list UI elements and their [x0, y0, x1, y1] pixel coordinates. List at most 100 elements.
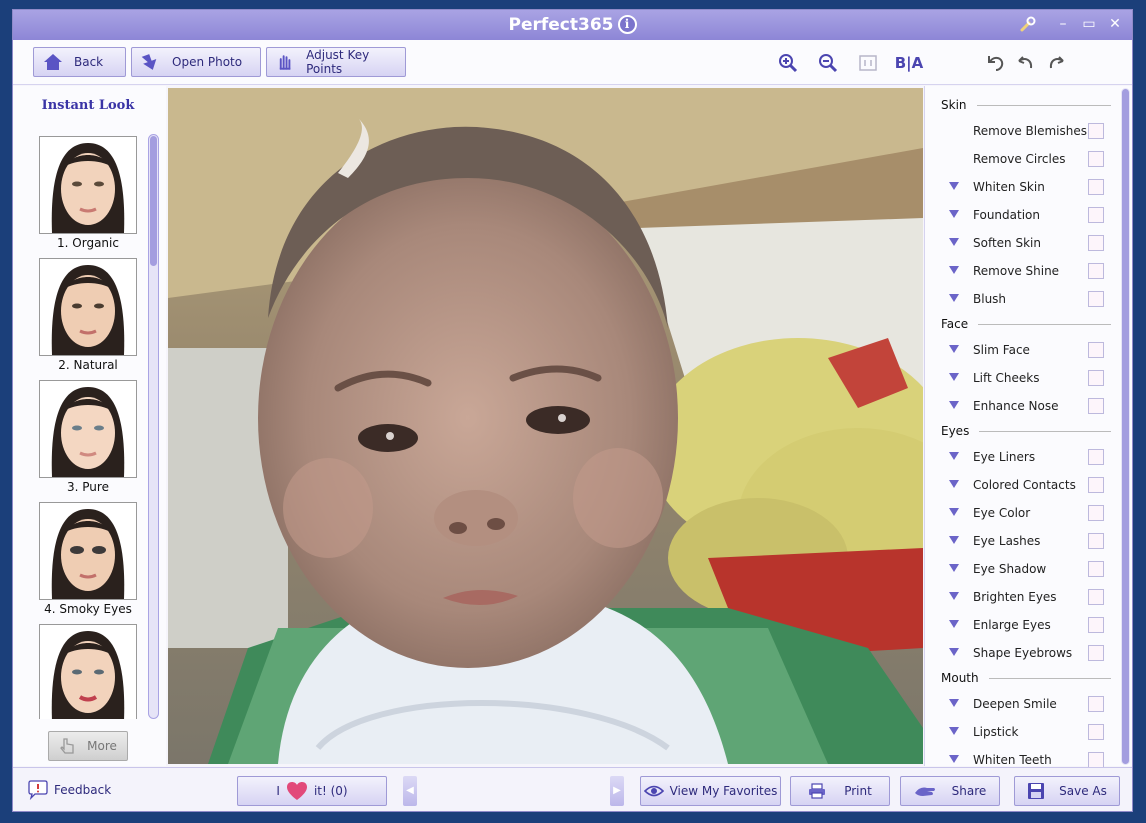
save-as-label: Save As — [1059, 784, 1107, 798]
look-item-natural[interactable]: 2. Natural — [39, 258, 137, 372]
look-item-5[interactable] — [39, 624, 137, 719]
item-soften-skin[interactable]: Soften Skin — [925, 234, 1115, 254]
actual-size-icon[interactable] — [857, 52, 879, 74]
item-checkbox[interactable] — [1088, 263, 1104, 279]
item-whiten-skin[interactable]: Whiten Skin — [925, 178, 1115, 198]
item-eye-color[interactable]: Eye Color — [925, 504, 1115, 524]
look-item-organic[interactable]: 1. Organic — [39, 136, 137, 250]
item-colored-contacts[interactable]: Colored Contacts — [925, 476, 1115, 496]
expand-arrow-icon[interactable] — [949, 699, 959, 707]
maximize-button[interactable]: ▭ — [1079, 14, 1099, 34]
item-checkbox[interactable] — [1088, 561, 1104, 577]
undo-icon[interactable] — [1015, 52, 1037, 74]
open-photo-button[interactable]: Open Photo — [131, 47, 261, 77]
look-item-pure[interactable]: 3. Pure — [39, 380, 137, 494]
item-eye-shadow[interactable]: Eye Shadow — [925, 560, 1115, 580]
undo-all-icon[interactable] — [985, 52, 1007, 74]
item-foundation[interactable]: Foundation — [925, 206, 1115, 226]
expand-arrow-icon[interactable] — [949, 182, 959, 190]
photo-canvas[interactable] — [168, 88, 923, 764]
expand-arrow-icon[interactable] — [949, 727, 959, 735]
adjust-key-points-button[interactable]: Adjust Key Points — [266, 47, 406, 77]
item-deepen-smile[interactable]: Deepen Smile — [925, 695, 1115, 715]
info-icon[interactable]: i — [617, 15, 637, 34]
save-as-button[interactable]: Save As — [1014, 776, 1120, 806]
item-checkbox[interactable] — [1088, 477, 1104, 493]
love-prefix: I — [276, 784, 280, 798]
redo-icon[interactable] — [1045, 52, 1067, 74]
item-checkbox[interactable] — [1088, 179, 1104, 195]
item-remove-circles[interactable]: Remove Circles — [925, 150, 1115, 170]
item-lift-cheeks[interactable]: Lift Cheeks — [925, 369, 1115, 389]
share-button[interactable]: Share — [900, 776, 1000, 806]
item-checkbox[interactable] — [1088, 505, 1104, 521]
item-checkbox[interactable] — [1088, 342, 1104, 358]
expand-arrow-icon[interactable] — [949, 294, 959, 302]
expand-arrow-icon[interactable] — [949, 373, 959, 381]
item-eye-liners[interactable]: Eye Liners — [925, 448, 1115, 468]
expand-arrow-icon[interactable] — [949, 345, 959, 353]
view-favorites-button[interactable]: View My Favorites — [640, 776, 781, 806]
home-icon — [44, 54, 62, 70]
item-checkbox[interactable] — [1088, 123, 1104, 139]
expand-arrow-icon[interactable] — [949, 508, 959, 516]
expand-arrow-icon[interactable] — [949, 480, 959, 488]
expand-arrow-icon[interactable] — [949, 620, 959, 628]
expand-arrow-icon[interactable] — [949, 401, 959, 409]
item-enhance-nose[interactable]: Enhance Nose — [925, 397, 1115, 417]
item-checkbox[interactable] — [1088, 752, 1104, 768]
item-checkbox[interactable] — [1088, 291, 1104, 307]
item-enlarge-eyes[interactable]: Enlarge Eyes — [925, 616, 1115, 636]
item-checkbox[interactable] — [1088, 696, 1104, 712]
zoom-out-icon[interactable] — [817, 52, 839, 74]
expand-arrow-icon[interactable] — [949, 266, 959, 274]
item-remove-blemishes[interactable]: Remove Blemishes — [925, 122, 1115, 142]
look-item-smoky-eyes[interactable]: 4. Smoky Eyes — [39, 502, 137, 616]
item-checkbox[interactable] — [1088, 724, 1104, 740]
look-thumbnail — [39, 502, 137, 600]
scroll-right-button[interactable]: ▶ — [610, 776, 624, 806]
item-checkbox[interactable] — [1088, 207, 1104, 223]
wrench-icon[interactable] — [1018, 14, 1038, 34]
item-checkbox[interactable] — [1088, 589, 1104, 605]
expand-arrow-icon[interactable] — [949, 648, 959, 656]
item-lipstick[interactable]: Lipstick — [925, 723, 1115, 743]
expand-arrow-icon[interactable] — [949, 452, 959, 460]
item-blush[interactable]: Blush — [925, 290, 1115, 310]
adjustments-scrollbar-thumb[interactable] — [1122, 89, 1129, 764]
print-button[interactable]: Print — [790, 776, 890, 806]
item-remove-shine[interactable]: Remove Shine — [925, 262, 1115, 282]
item-checkbox[interactable] — [1088, 449, 1104, 465]
more-looks-button[interactable]: More — [48, 731, 128, 761]
expand-arrow-icon[interactable] — [949, 564, 959, 572]
expand-arrow-icon[interactable] — [949, 536, 959, 544]
feedback-link[interactable]: Feedback — [27, 780, 111, 800]
item-checkbox[interactable] — [1088, 533, 1104, 549]
expand-arrow-icon[interactable] — [949, 592, 959, 600]
back-button[interactable]: Back — [33, 47, 126, 77]
love-it-button[interactable]: I it! (0) — [237, 776, 387, 806]
expand-arrow-icon[interactable] — [949, 755, 959, 763]
scroll-left-button[interactable]: ◀ — [403, 776, 417, 806]
item-shape-eyebrows[interactable]: Shape Eyebrows — [925, 644, 1115, 664]
item-checkbox[interactable] — [1088, 645, 1104, 661]
item-checkbox[interactable] — [1088, 370, 1104, 386]
item-slim-face[interactable]: Slim Face — [925, 341, 1115, 361]
adjustments-scrollbar[interactable] — [1121, 88, 1130, 765]
item-checkbox[interactable] — [1088, 398, 1104, 414]
item-checkbox[interactable] — [1088, 617, 1104, 633]
minimize-button[interactable]: – — [1053, 14, 1073, 34]
item-checkbox[interactable] — [1088, 151, 1104, 167]
look-label: 3. Pure — [67, 480, 109, 494]
item-eye-lashes[interactable]: Eye Lashes — [925, 532, 1115, 552]
expand-arrow-icon[interactable] — [949, 210, 959, 218]
looks-scrollbar-thumb[interactable] — [150, 136, 157, 266]
item-brighten-eyes[interactable]: Brighten Eyes — [925, 588, 1115, 608]
compare-before-after-button[interactable]: B|A — [893, 52, 925, 74]
item-checkbox[interactable] — [1088, 235, 1104, 251]
close-button[interactable]: ✕ — [1105, 14, 1125, 34]
item-label: Remove Blemishes — [973, 124, 1087, 138]
zoom-in-icon[interactable] — [777, 52, 799, 74]
expand-arrow-icon[interactable] — [949, 238, 959, 246]
looks-scrollbar[interactable] — [148, 134, 159, 719]
